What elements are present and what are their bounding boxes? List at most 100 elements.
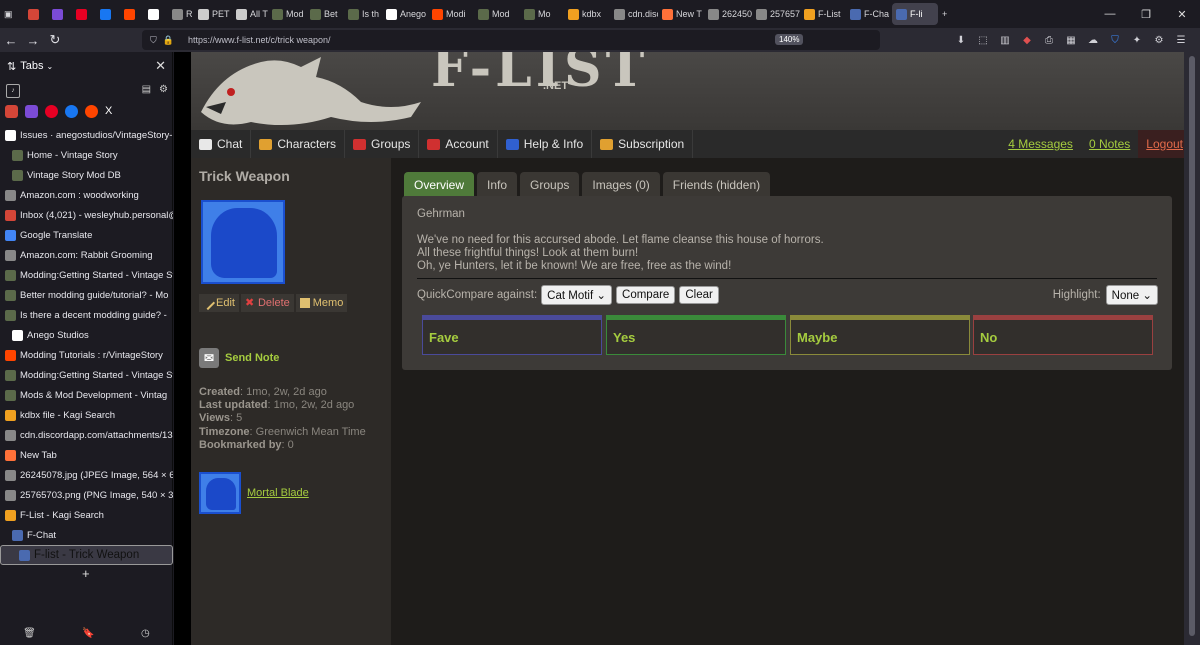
extension-icon[interactable]: ⬚: [972, 35, 994, 46]
browser-tab[interactable]: 25765703.p: [752, 3, 800, 25]
proton-mail-icon[interactable]: [25, 105, 38, 118]
tab-overview[interactable]: Overview: [404, 172, 475, 198]
sidebar-tab-item[interactable]: Google Translate: [0, 225, 173, 245]
minimize-icon[interactable]: —: [1092, 8, 1128, 20]
reload-icon[interactable]: ↻: [44, 32, 66, 48]
delete-button[interactable]: ✖ Delete: [240, 294, 294, 312]
menu-item-characters[interactable]: Characters: [251, 130, 346, 158]
sidebar-tab-item[interactable]: Anego Studios: [0, 325, 173, 345]
sidebar-tab-item[interactable]: Modding:Getting Started - Vintage Sto: [0, 265, 173, 285]
sidebar-tab-item[interactable]: Amazon.com : woodworking: [0, 185, 173, 205]
new-group-icon[interactable]: ▤: [142, 84, 151, 95]
settings-icon[interactable]: ⚙: [1148, 35, 1170, 46]
back-icon[interactable]: ←: [0, 33, 22, 48]
sidebar-tab-item[interactable]: Vintage Story Mod DB: [0, 165, 173, 185]
quickcompare-select[interactable]: Cat Motif ⌄: [541, 285, 613, 305]
browser-tab[interactable]: [48, 3, 72, 25]
ublock-icon[interactable]: ◆: [1016, 35, 1038, 46]
bookmark-icon[interactable]: 🔖: [82, 628, 94, 639]
sidebar-tab-item[interactable]: Is there a decent modding guide? -: [0, 305, 173, 325]
browser-tab[interactable]: New T: [658, 3, 704, 25]
sidebar-tab-item[interactable]: Modding:Getting Started - Vintage Sto: [0, 365, 173, 385]
bitwarden-icon[interactable]: ⛉: [1104, 35, 1126, 46]
facebook-icon[interactable]: [65, 105, 78, 118]
sidebar-tab-item[interactable]: 26245078.jpg (JPEG Image, 564 × 69: [0, 465, 173, 485]
new-tab-button[interactable]: +: [938, 3, 951, 25]
sidebar-tab-item[interactable]: F-list - Trick Weapon: [0, 545, 173, 565]
menu-item-subscription[interactable]: Subscription: [592, 130, 694, 158]
send-note-button[interactable]: ✉ Send Note: [199, 348, 279, 368]
menu-item-help-info[interactable]: Help & Info: [498, 130, 593, 158]
site-logo[interactable]: F-LIST: [431, 52, 648, 99]
browser-tab[interactable]: [120, 3, 144, 25]
browser-tab[interactable]: PET R: [194, 3, 232, 25]
sidebar-tab-item[interactable]: Mods & Mod Development - Vintag: [0, 385, 173, 405]
sidebar-tab-item[interactable]: Better modding guide/tutorial? - Mo: [0, 285, 173, 305]
x-icon[interactable]: X: [105, 105, 118, 118]
clear-button[interactable]: Clear: [679, 286, 719, 304]
reddit-icon[interactable]: [85, 105, 98, 118]
browser-tab[interactable]: Modi: [428, 3, 474, 25]
address-bar[interactable]: ⛉ 🔒 https://www.f-list.net/c/trick weapo…: [142, 30, 880, 50]
sidebar-add-tab-icon[interactable]: +: [82, 566, 90, 581]
highlight-select[interactable]: None ⌄: [1105, 285, 1158, 305]
browser-tab[interactable]: F-List: [800, 3, 846, 25]
sidebar-tab-item[interactable]: F-List - Kagi Search: [0, 505, 173, 525]
tab-images[interactable]: Images (0): [582, 172, 660, 198]
sidebar-header[interactable]: ⇅ Tabs ⌄: [0, 52, 172, 80]
compare-button[interactable]: Compare: [616, 286, 676, 304]
menu-icon[interactable]: ☰: [1170, 35, 1192, 46]
tab-groups[interactable]: Groups: [520, 172, 580, 198]
browser-tab[interactable]: 26245078.j: [704, 3, 752, 25]
download-icon[interactable]: ⬇: [950, 35, 972, 46]
puzzle-icon[interactable]: ✦: [1126, 35, 1148, 46]
browser-tab[interactable]: cdn.disco: [610, 3, 658, 25]
browser-tab[interactable]: Anego: [382, 3, 428, 25]
logout-link[interactable]: Logout: [1138, 130, 1184, 158]
sidebar-tab-item[interactable]: Issues · anegostudios/VintageStory-I: [0, 125, 173, 145]
browser-tab[interactable]: Is th: [344, 3, 382, 25]
memo-button[interactable]: Memo: [295, 294, 348, 312]
browser-tab[interactable]: kdbx: [564, 3, 610, 25]
forward-icon[interactable]: →: [22, 33, 44, 48]
browser-tab[interactable]: [24, 3, 48, 25]
library-icon[interactable]: ▥: [994, 35, 1016, 46]
browser-tab[interactable]: All Th: [232, 3, 268, 25]
tab-friends-hidden[interactable]: Friends (hidden): [662, 172, 771, 198]
browser-tab[interactable]: [72, 3, 96, 25]
close-window-icon[interactable]: ✕: [1164, 8, 1200, 21]
browser-tab[interactable]: Bet: [306, 3, 344, 25]
sidebar-close-icon[interactable]: ✕: [155, 58, 166, 74]
browser-tab[interactable]: Mod: [474, 3, 520, 25]
pinterest-icon[interactable]: [45, 105, 58, 118]
gmail-icon[interactable]: [5, 105, 18, 118]
notes-link[interactable]: 0 Notes: [1081, 130, 1138, 158]
history-icon[interactable]: ◷: [141, 628, 150, 639]
cloud-icon[interactable]: ☁: [1082, 35, 1104, 46]
browser-tab[interactable]: [96, 3, 120, 25]
maximize-icon[interactable]: ❐: [1128, 8, 1164, 21]
friend-link[interactable]: Mortal Blade: [247, 487, 309, 499]
sidebar-tab-item[interactable]: Home - Vintage Story: [0, 145, 173, 165]
avatar[interactable]: [201, 200, 285, 284]
sidebar-tab-item[interactable]: cdn.discordapp.com/attachments/13: [0, 425, 173, 445]
trash-icon[interactable]: 🗑: [23, 628, 36, 639]
sidebar-tab-item[interactable]: Amazon.com: Rabbit Grooming: [0, 245, 173, 265]
grid-icon[interactable]: ▦: [1060, 35, 1082, 46]
sidebar-tab-item[interactable]: Inbox (4,021) - wesleyhub.personal@: [0, 205, 173, 225]
tab-list-button[interactable]: ▣: [0, 3, 24, 25]
browser-tab[interactable]: F-li: [892, 3, 938, 25]
sidebar-tab-item[interactable]: Modding Tutorials : r/VintageStory: [0, 345, 173, 365]
browser-tab[interactable]: F-Cha: [846, 3, 892, 25]
browser-tab[interactable]: Mod: [268, 3, 306, 25]
print-icon[interactable]: ⎙: [1038, 35, 1060, 46]
sidebar-tab-item[interactable]: kdbx file - Kagi Search: [0, 405, 173, 425]
audio-tab-icon[interactable]: ♪: [6, 84, 20, 98]
browser-tab[interactable]: [144, 3, 168, 25]
friend-avatar[interactable]: [199, 472, 241, 514]
sidebar-tab-item[interactable]: F-Chat: [0, 525, 173, 545]
menu-item-account[interactable]: Account: [419, 130, 498, 158]
browser-tab[interactable]: Mo: [520, 3, 564, 25]
url-text[interactable]: https://www.f-list.net/c/trick weapon/: [188, 35, 331, 45]
tab-info[interactable]: Info: [477, 172, 518, 198]
